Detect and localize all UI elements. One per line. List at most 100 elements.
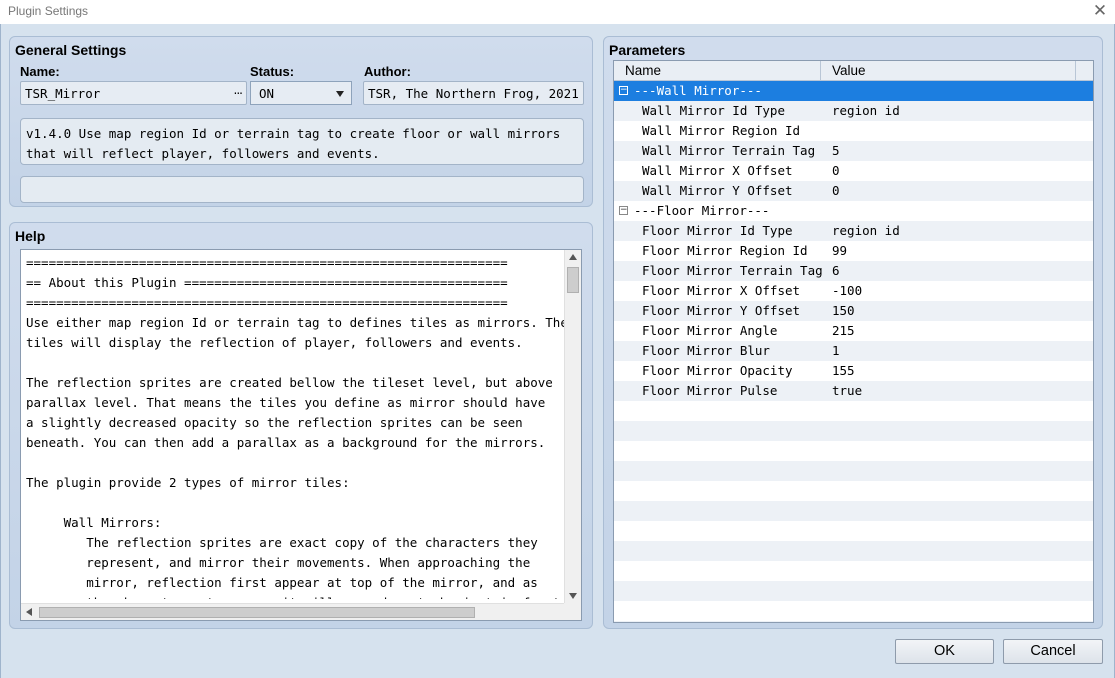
author-label: Author: [364,64,411,79]
parameter-value: region id [832,223,900,238]
parameter-name: Floor Mirror Region Id [642,243,808,258]
author-field[interactable]: TSR, The Northern Frog, 2021 [363,81,584,105]
parameter-name: Floor Mirror Id Type [642,223,793,238]
empty-grid-row [614,581,1093,601]
help-panel: Help ===================================… [9,222,593,629]
parameters-heading: Parameters [609,42,686,58]
parameters-panel: Parameters Name Value − ---Wall Mirror---… [603,36,1103,629]
parameter-value: true [832,383,863,398]
close-icon[interactable]: ✕ [1091,1,1109,21]
empty-grid-row [614,521,1093,541]
scroll-up-button[interactable] [565,251,581,265]
parameter-row[interactable]: Floor Mirror Opacity 155 [614,361,1093,381]
parameter-row[interactable]: Wall Mirror X Offset 0 [614,161,1093,181]
empty-grid-row [614,601,1093,621]
parameter-name: Wall Mirror X Offset [642,163,793,178]
arrow-left-icon [26,608,32,616]
parameter-name: Floor Mirror Pulse [642,383,778,398]
parameter-group-row[interactable]: − ---Floor Mirror--- [614,201,1093,221]
parameter-group-row[interactable]: − ---Wall Mirror--- [614,81,1093,101]
parameter-value: 150 [832,303,855,318]
author-value: TSR, The Northern Frog, 2021 [368,86,579,101]
help-horizontal-scrollbar[interactable] [21,603,580,620]
empty-grid-row [614,441,1093,461]
parameter-row[interactable]: Floor Mirror Pulse true [614,381,1093,401]
parameter-name: Floor Mirror X Offset [642,283,801,298]
empty-grid-row [614,421,1093,441]
collapse-toggle-icon[interactable]: − [619,86,628,95]
parameter-name: Floor Mirror Opacity [642,363,793,378]
general-settings-heading: General Settings [15,42,127,58]
parameter-name: Floor Mirror Blur [642,343,770,358]
empty-grid-row [614,461,1093,481]
column-header-name[interactable]: Name [614,61,821,81]
parameter-row[interactable]: Wall Mirror Region Id [614,121,1093,141]
parameter-group-label: ---Wall Mirror--- [634,83,762,98]
name-browse-button[interactable]: ... [234,83,244,97]
parameter-value: 1 [832,343,840,358]
parameter-row[interactable]: Floor Mirror Region Id 99 [614,241,1093,261]
empty-grid-row [614,401,1093,421]
parameter-name: Wall Mirror Id Type [642,103,785,118]
note-field[interactable] [20,176,584,203]
ok-button[interactable]: OK [895,639,994,664]
status-value: ON [259,86,275,101]
help-vertical-scrollbar[interactable] [564,250,581,604]
grid-body: − ---Wall Mirror--- Wall Mirror Id Type reg… [614,81,1093,622]
empty-grid-row [614,621,1093,622]
parameter-value: -100 [832,283,863,298]
arrow-up-icon [569,254,577,260]
parameter-row[interactable]: Wall Mirror Terrain Tag 5 [614,141,1093,161]
parameter-name: Wall Mirror Region Id [642,123,801,138]
scroll-down-button[interactable] [565,589,581,603]
parameter-value: 6 [832,263,840,278]
parameter-value: region id [832,103,900,118]
parameter-row[interactable]: Floor Mirror Blur 1 [614,341,1093,361]
title-bar: Plugin Settings ✕ [0,0,1115,24]
parameter-row[interactable]: Floor Mirror Terrain Tag 6 [614,261,1093,281]
parameter-name: Floor Mirror Angle [642,323,778,338]
general-settings-panel: General Settings Name: TSR_Mirror ... St… [9,36,593,207]
parameter-value: 0 [832,183,840,198]
parameter-group-label: ---Floor Mirror--- [634,203,770,218]
column-header-value[interactable]: Value [821,61,1076,81]
parameter-name: Wall Mirror Y Offset [642,183,793,198]
empty-grid-row [614,561,1093,581]
parameter-value: 215 [832,323,855,338]
chevron-down-icon [336,91,344,97]
parameter-value: 5 [832,143,840,158]
status-label: Status: [250,64,295,79]
description-field[interactable]: v1.4.0 Use map region Id or terrain tag … [20,118,584,165]
parameter-row[interactable]: Floor Mirror Angle 215 [614,321,1093,341]
arrow-down-icon [569,593,577,599]
parameter-name: Wall Mirror Terrain Tag [642,143,816,158]
grid-header: Name Value [614,61,1093,81]
parameters-grid[interactable]: Name Value − ---Wall Mirror--- Wall Mirror… [613,60,1094,623]
scroll-left-button[interactable] [22,604,36,620]
scrollbar-corner [564,603,581,620]
name-field[interactable]: TSR_Mirror ... [20,81,247,105]
parameter-value: 99 [832,243,848,258]
empty-grid-row [614,481,1093,501]
parameter-name: Floor Mirror Y Offset [642,303,801,318]
help-text-area[interactable]: ========================================… [20,249,582,621]
parameter-row[interactable]: Floor Mirror X Offset -100 [614,281,1093,301]
help-heading: Help [15,228,46,244]
parameter-row[interactable]: Wall Mirror Y Offset 0 [614,181,1093,201]
parameter-row[interactable]: Floor Mirror Y Offset 150 [614,301,1093,321]
empty-grid-row [614,501,1093,521]
status-select[interactable]: ON [250,81,352,105]
parameter-row[interactable]: Floor Mirror Id Type region id [614,221,1093,241]
window-title: Plugin Settings [8,4,89,18]
name-value: TSR_Mirror [25,86,101,101]
cancel-button[interactable]: Cancel [1003,639,1103,664]
horizontal-scroll-thumb[interactable] [39,607,475,618]
vertical-scroll-thumb[interactable] [567,267,579,293]
empty-grid-row [614,541,1093,561]
parameter-value: 0 [832,163,840,178]
parameter-row[interactable]: Wall Mirror Id Type region id [614,101,1093,121]
help-text: ========================================… [26,255,567,599]
name-label: Name: [20,64,60,79]
parameter-value: 155 [832,363,855,378]
collapse-toggle-icon[interactable]: − [619,206,628,215]
